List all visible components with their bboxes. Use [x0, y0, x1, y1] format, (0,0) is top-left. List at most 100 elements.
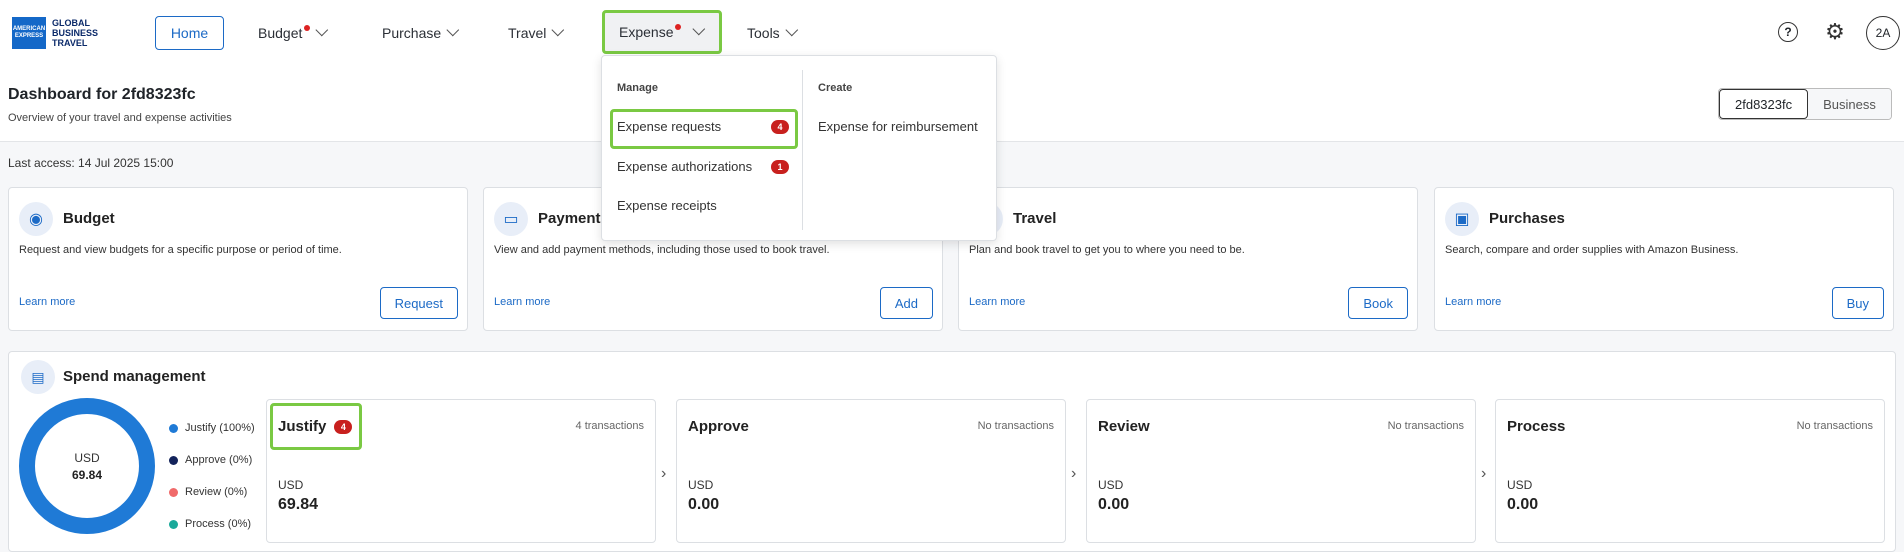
card-description: Plan and book travel to get you to where… — [969, 244, 1245, 256]
spend-management-panel: ▤ Spend management USD 69.84 Justify (10… — [8, 351, 1896, 552]
logo-line-3: TRAVEL — [52, 38, 88, 48]
manage-heading: Manage — [617, 82, 658, 94]
legend-swatch — [169, 455, 178, 465]
learn-more-link[interactable]: Learn more — [19, 296, 75, 308]
learn-more-link[interactable]: Learn more — [969, 296, 1025, 308]
count-badge: 4 — [334, 419, 353, 434]
card-description: Search, compare and order supplies with … — [1445, 244, 1739, 256]
menu-item-label: Expense for reimbursement — [818, 119, 978, 134]
stage-approve[interactable]: Approve No transactions USD 0.00 — [676, 399, 1066, 543]
count-badge: 4 — [771, 119, 789, 134]
menu-item-label: Expense requests — [617, 119, 722, 134]
avatar[interactable]: 2A — [1866, 16, 1900, 50]
receipt-icon: ▤ — [21, 360, 55, 394]
segment-business[interactable]: Business — [1808, 89, 1891, 119]
chevron-right-icon: › — [1071, 465, 1077, 482]
avatar-initials: 2A — [1875, 26, 1891, 40]
request-button[interactable]: Request — [379, 287, 458, 319]
stage-currency: USD — [1507, 478, 1533, 492]
buy-button[interactable]: Buy — [1831, 287, 1884, 319]
menu-item-label: Expense receipts — [617, 198, 717, 213]
donut-value: 69.84 — [71, 467, 103, 482]
segment-account[interactable]: 2fd8323fc — [1719, 89, 1809, 119]
stage-review[interactable]: Review No transactions USD 0.00 — [1086, 399, 1476, 543]
legend-label: Justify (100%) — [185, 422, 255, 434]
amex-logo-box: AMERICAN EXPRESS — [12, 17, 46, 49]
settings-button[interactable]: ⚙ — [1820, 17, 1850, 47]
notification-dot — [304, 25, 311, 31]
package-icon: ▣ — [1445, 202, 1479, 236]
stage-amount: 0.00 — [1098, 496, 1130, 513]
chevron-down-icon — [446, 23, 460, 36]
amex-gbt-logo[interactable]: AMERICAN EXPRESS GLOBAL BUSINESS TRAVEL — [12, 16, 112, 50]
stage-amount: 0.00 — [1507, 496, 1539, 513]
piggy-bank-icon: ◉ — [19, 202, 53, 236]
learn-more-link[interactable]: Learn more — [1445, 296, 1501, 308]
count-badge: 1 — [771, 159, 789, 174]
last-access-text: Last access: 14 Jul 2025 15:00 — [8, 156, 174, 170]
stage-count: No transactions — [977, 420, 1054, 432]
stage-process[interactable]: Process No transactions USD 0.00 — [1495, 399, 1885, 543]
learn-more-link[interactable]: Learn more — [494, 296, 550, 308]
chevron-down-icon — [785, 23, 798, 36]
nav-purchase[interactable]: Purchase — [382, 16, 460, 50]
nav-budget-label: Budget — [258, 25, 303, 41]
stage-name: Approve — [688, 418, 749, 435]
help-button[interactable]: ? — [1773, 17, 1803, 47]
legend-item: Process (0%) — [169, 508, 255, 540]
card-description: View and add payment methods, including … — [494, 244, 830, 256]
stage-justify[interactable]: Justify 4 4 transactions USD 69.84 — [266, 399, 656, 543]
legend-swatch — [169, 487, 178, 497]
menu-item-label: Expense authorizations — [617, 159, 753, 174]
menu-item-expense-requests[interactable]: Expense requests 4 — [617, 119, 789, 134]
stage-count: No transactions — [1796, 420, 1873, 432]
nav-tools[interactable]: Tools — [747, 16, 798, 50]
legend-swatch — [169, 519, 178, 529]
stage-currency: USD — [1098, 478, 1124, 492]
donut-currency: USD — [74, 450, 100, 465]
book-button[interactable]: Book — [1348, 287, 1408, 319]
nav-home-label: Home — [170, 25, 209, 41]
card-title: Payment — [538, 210, 601, 227]
menu-item-expense-receipts[interactable]: Expense receipts — [617, 198, 717, 213]
legend-item: Approve (0%) — [169, 444, 255, 476]
card-title: Travel — [1013, 210, 1057, 227]
help-icon: ? — [1778, 22, 1798, 42]
stage-count: No transactions — [1387, 420, 1464, 432]
page-title: Dashboard for 2fd8323fc — [8, 86, 196, 103]
nav-budget[interactable]: Budget — [258, 16, 329, 50]
stage-name-text: Justify — [278, 418, 327, 435]
spend-title: Spend management — [63, 368, 206, 385]
nav-expense[interactable]: Expense — [602, 10, 722, 54]
chevron-down-icon — [315, 23, 329, 36]
logo-line-1: GLOBAL — [52, 18, 90, 28]
legend-item: Review (0%) — [169, 476, 255, 508]
stage-name: Process — [1507, 418, 1566, 435]
spend-donut-chart: USD 69.84 — [19, 398, 155, 534]
chevron-down-icon — [551, 23, 565, 36]
menu-item-expense-reimbursement[interactable]: Expense for reimbursement — [818, 119, 978, 134]
logo-text: GLOBAL BUSINESS TRAVEL — [52, 18, 98, 48]
add-button[interactable]: Add — [879, 287, 933, 319]
expense-dropdown-menu: Manage Create Expense requests 4 Expense… — [601, 55, 997, 241]
legend-label: Process (0%) — [185, 518, 252, 530]
create-heading: Create — [818, 82, 853, 94]
nav-travel-label: Travel — [508, 25, 547, 41]
card-title: Purchases — [1489, 210, 1565, 227]
nav-travel[interactable]: Travel — [508, 16, 565, 50]
budget-card: ◉ Budget Request and view budgets for a … — [8, 187, 468, 331]
logo-line-2: BUSINESS — [52, 28, 99, 38]
nav-tools-label: Tools — [747, 25, 780, 41]
legend-label: Review (0%) — [185, 486, 248, 498]
menu-item-expense-authorizations[interactable]: Expense authorizations 1 — [617, 159, 789, 174]
wallet-icon: ▭ — [494, 202, 528, 236]
gear-icon: ⚙ — [1825, 19, 1845, 44]
nav-home[interactable]: Home — [155, 16, 224, 50]
stage-name: Justify 4 — [278, 418, 353, 435]
nav-purchase-label: Purchase — [382, 25, 442, 41]
nav-expense-label: Expense — [619, 24, 674, 40]
legend-label: Approve (0%) — [185, 454, 253, 466]
notification-dot — [675, 24, 682, 30]
chevron-down-icon — [692, 22, 706, 35]
menu-divider — [802, 70, 803, 230]
